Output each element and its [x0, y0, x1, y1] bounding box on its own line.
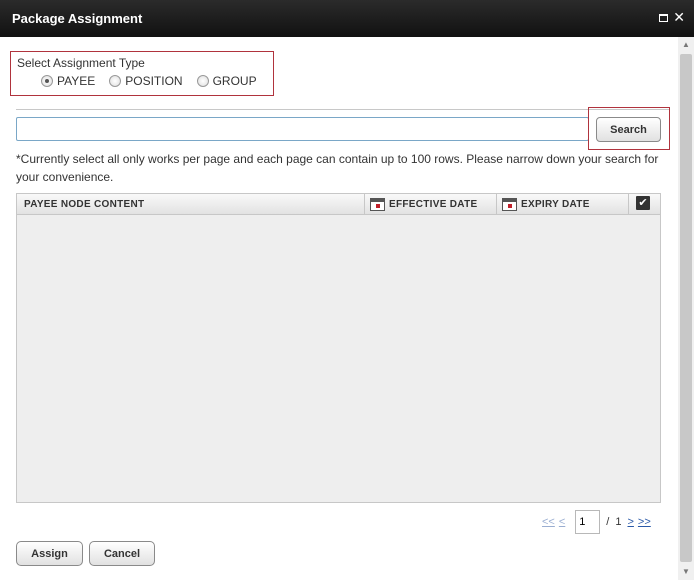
grid-header: PAYEE NODE CONTENT EFFECTIVE DATE EXPIRY…	[17, 194, 660, 215]
first-page-link[interactable]: <<	[542, 516, 555, 528]
section-divider	[16, 109, 669, 110]
close-icon[interactable]: ✕	[673, 10, 685, 24]
radio-position-label: POSITION	[125, 74, 183, 88]
calendar-icon	[502, 198, 517, 211]
scroll-thumb[interactable]	[680, 54, 692, 562]
column-label-expiry-date: EXPIRY DATE	[521, 199, 590, 210]
scroll-up-icon[interactable]: ▲	[678, 37, 694, 53]
radio-group-label: GROUP	[212, 74, 257, 88]
radio-position-button[interactable]	[109, 75, 122, 87]
select-all-checkbox-icon[interactable]: ✔	[636, 196, 650, 210]
payee-grid: PAYEE NODE CONTENT EFFECTIVE DATE EXPIRY…	[16, 193, 661, 503]
page-number-input[interactable]	[575, 510, 601, 534]
assignment-type-options: PAYEE POSITION GROUP	[41, 74, 271, 88]
radio-group[interactable]: GROUP	[196, 74, 257, 88]
calendar-icon	[370, 198, 385, 211]
column-header-payee-node-content[interactable]: PAYEE NODE CONTENT	[24, 194, 364, 215]
total-pages: 1	[615, 516, 622, 528]
column-label-payee-node-content: PAYEE NODE CONTENT	[24, 199, 145, 210]
cancel-button[interactable]: Cancel	[89, 541, 155, 566]
radio-position[interactable]: POSITION	[109, 74, 183, 88]
column-header-effective-date[interactable]: EFFECTIVE DATE	[370, 194, 495, 215]
radio-payee-label: PAYEE	[57, 74, 96, 88]
assign-button[interactable]: Assign	[16, 541, 83, 566]
column-separator	[364, 194, 365, 215]
dialog-title: Package Assignment	[12, 11, 143, 26]
column-separator	[628, 194, 629, 215]
assignment-type-label: Select Assignment Type	[17, 56, 145, 70]
maximize-icon[interactable]	[659, 14, 668, 22]
radio-group-button[interactable]	[196, 75, 209, 87]
column-label-effective-date: EFFECTIVE DATE	[389, 199, 478, 210]
scroll-down-icon[interactable]: ▼	[678, 564, 694, 580]
pagination: << < / 1 > >>	[542, 510, 655, 534]
radio-payee[interactable]: PAYEE	[41, 74, 95, 88]
assignment-type-group: Select Assignment Type PAYEE POSITION GR…	[10, 51, 274, 96]
search-input[interactable]	[16, 117, 589, 141]
prev-page-link[interactable]: <	[559, 516, 565, 528]
search-button[interactable]: Search	[596, 117, 661, 142]
column-separator	[496, 194, 497, 215]
next-page-link[interactable]: >	[627, 516, 633, 528]
radio-payee-button[interactable]	[41, 75, 53, 87]
last-page-link[interactable]: >>	[638, 516, 651, 528]
column-header-expiry-date[interactable]: EXPIRY DATE	[502, 194, 627, 215]
vertical-scrollbar[interactable]: ▲ ▼	[678, 37, 694, 580]
selection-note: *Currently select all only works per pag…	[16, 152, 659, 184]
dialog-titlebar: Package Assignment ✕	[0, 0, 694, 37]
page-separator: /	[606, 516, 610, 528]
